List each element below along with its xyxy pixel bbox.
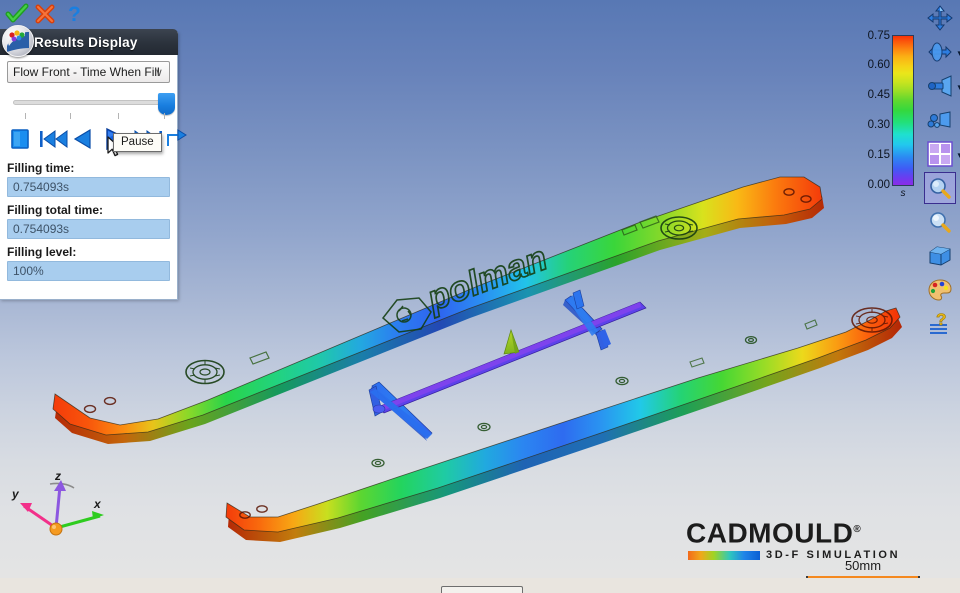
color-legend: 0.75 0.60 0.45 0.30 0.15 0.00 s <box>862 30 916 205</box>
spray-tool-icon[interactable] <box>924 104 956 136</box>
field-label: Filling total time: <box>7 203 103 217</box>
ok-icon[interactable] <box>4 1 30 27</box>
timeline-tick <box>70 113 71 119</box>
panel-body: Flow Front - Time When Fill ∨ Filling ti… <box>0 55 187 301</box>
injection-gate-icon <box>503 328 520 355</box>
legend-unit-label: s <box>900 188 906 199</box>
timeline-slider[interactable] <box>7 92 175 124</box>
cancel-icon[interactable] <box>32 1 58 27</box>
panel-title-label: Results Display <box>34 34 138 50</box>
help-icon[interactable]: ? <box>62 1 88 27</box>
svg-text:?: ? <box>68 3 81 26</box>
legend-tick-5: 0.00 <box>867 179 890 191</box>
timeline-tick <box>118 113 119 119</box>
view-toolbar[interactable]: ▾ ▾ ▾ ? <box>922 2 960 342</box>
scale-bar-label: 50mm <box>844 558 882 573</box>
play-button-tooltip: Pause <box>113 133 162 152</box>
scale-bar: 50mm <box>804 558 922 578</box>
result-type-value: Flow Front - Time When Fill <box>13 65 160 79</box>
axis-label-z: z <box>54 469 61 483</box>
timeline-tick <box>164 113 165 119</box>
legend-colorbar <box>892 35 914 186</box>
scale-bar-line <box>806 576 920 578</box>
logo-title: CADMOULD® <box>686 515 916 548</box>
light-tool-icon[interactable]: ▾ <box>924 70 960 102</box>
axis-triad: x y z <box>11 469 104 536</box>
lower-rail <box>225 307 902 542</box>
loop-button[interactable] <box>165 125 189 153</box>
cadmould-logo: CADMOULD® 3D-F SIMULATION <box>686 515 916 562</box>
dialog-action-icons[interactable]: ? <box>4 1 94 27</box>
help-doc-icon[interactable]: ? <box>924 308 956 340</box>
legend-tick-2: 0.45 <box>867 89 890 101</box>
stop-button[interactable] <box>9 125 31 153</box>
result-type-select[interactable]: Flow Front - Time When Fill ∨ <box>7 61 170 83</box>
logo-registered-mark: ® <box>853 524 862 535</box>
field-filling-level: Filling level: 100% <box>7 245 171 281</box>
legend-tick-3: 0.30 <box>867 119 890 131</box>
field-label: Filling level: <box>7 245 77 259</box>
axis-label-x: x <box>93 497 102 511</box>
previous-frame-button[interactable] <box>71 125 95 153</box>
bottom-partial-widget[interactable] <box>441 586 523 593</box>
solid-view-icon[interactable] <box>924 240 956 272</box>
filling-level-value: 100% <box>7 261 170 281</box>
timeline-thumb[interactable] <box>158 93 175 115</box>
zoom-icon[interactable] <box>924 206 956 238</box>
results-display-icon <box>2 25 34 57</box>
logo-gradient-bar <box>688 551 760 561</box>
legend-tick-4: 0.15 <box>867 149 890 161</box>
filling-time-value: 0.754093s <box>7 177 170 197</box>
filling-total-time-value: 0.754093s <box>7 219 170 239</box>
legend-tick-1: 0.60 <box>867 59 890 71</box>
pan-tool-icon[interactable] <box>924 2 956 34</box>
svg-text:?: ? <box>936 312 946 329</box>
logo-title-text: CADMOULD <box>686 517 854 549</box>
field-label: Filling time: <box>7 161 75 175</box>
timeline-track[interactable] <box>13 100 165 105</box>
chevron-down-icon[interactable]: ∨ <box>155 66 163 79</box>
first-frame-button[interactable] <box>39 125 69 153</box>
timeline-tick <box>25 113 26 119</box>
layout-grid-icon[interactable]: ▾ <box>924 138 960 170</box>
field-filling-time: Filling time: 0.754093s <box>7 161 171 197</box>
field-filling-total-time: Filling total time: 0.754093s <box>7 203 171 239</box>
palette-icon[interactable] <box>924 274 956 306</box>
axis-label-y: y <box>11 487 20 501</box>
rotate-tool-icon[interactable]: ▾ <box>924 36 960 68</box>
legend-tick-0: 0.75 <box>867 30 890 42</box>
results-display-panel[interactable]: Results Display Flow Front - Time When F… <box>0 25 187 301</box>
zoom-box-icon[interactable] <box>924 172 956 204</box>
